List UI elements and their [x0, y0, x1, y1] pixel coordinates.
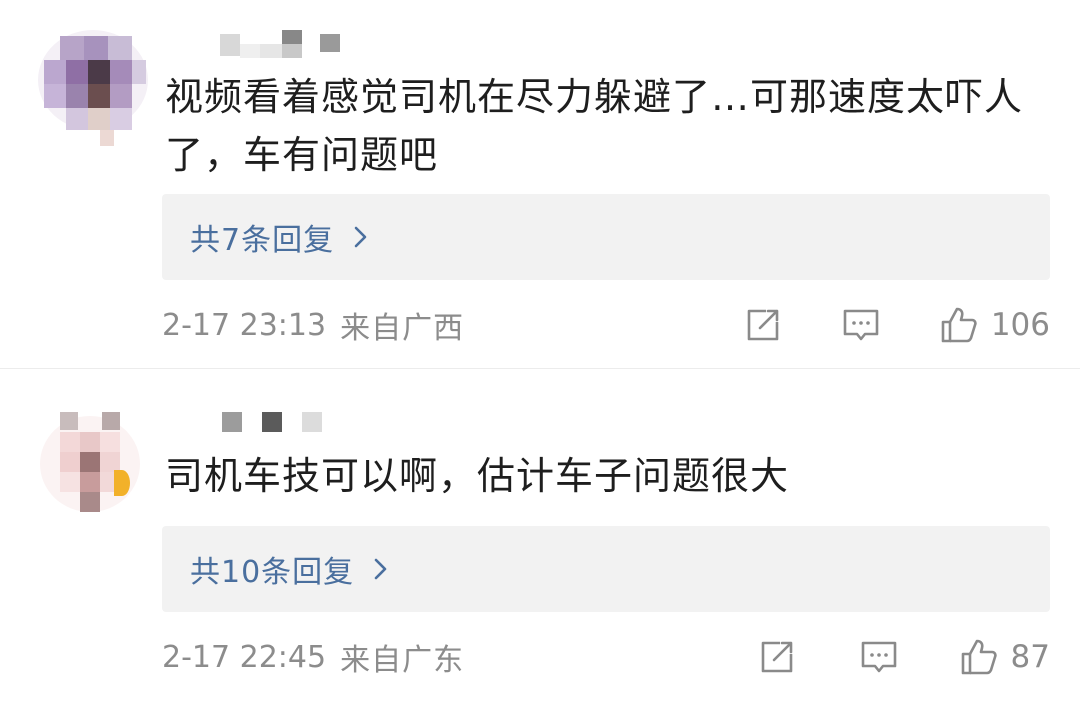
- comment-icon[interactable]: [841, 305, 881, 345]
- avatar[interactable]: [40, 410, 140, 514]
- view-replies-button[interactable]: 共7条回复: [162, 194, 1050, 280]
- chevron-right-icon: [372, 554, 398, 584]
- comment-item: 视频看着感觉司机在尽力躲避了…可那速度太吓人了，车有问题吧 共7条回复 2-17…: [0, 0, 1080, 368]
- like-count: 106: [990, 307, 1050, 343]
- location: 来自广西: [340, 311, 465, 346]
- replies-count-label: 共7条回复: [190, 223, 335, 258]
- like-count: 87: [1010, 639, 1050, 675]
- comment-meta: 2-17 22:45 来自广东 87: [162, 635, 1050, 679]
- replies-count-label: 共10条回复: [190, 555, 355, 590]
- like-button[interactable]: 87: [959, 637, 1050, 677]
- share-icon[interactable]: [757, 637, 797, 677]
- thumbs-up-icon: [939, 305, 979, 345]
- comment-meta: 2-17 23:13 来自广西 106: [162, 303, 1050, 347]
- username[interactable]: [222, 412, 326, 434]
- view-replies-button[interactable]: 共10条回复: [162, 526, 1050, 612]
- action-bar: 87: [757, 637, 1050, 677]
- avatar[interactable]: [38, 30, 148, 146]
- location: 来自广东: [340, 643, 465, 678]
- comment-text: 司机车技可以啊，估计车子问题很大: [165, 454, 790, 498]
- timestamp: 2-17 23:13: [162, 307, 327, 343]
- divider: [0, 368, 1080, 369]
- like-button[interactable]: 106: [939, 305, 1050, 345]
- timestamp: 2-17 22:45: [162, 639, 327, 675]
- chevron-right-icon: [352, 222, 378, 252]
- action-bar: 106: [743, 305, 1050, 345]
- thumbs-up-icon: [959, 637, 999, 677]
- comment-item: 司机车技可以啊，估计车子问题很大 共10条回复 2-17 22:45 来自广东 …: [0, 370, 1080, 707]
- share-icon[interactable]: [743, 305, 783, 345]
- username[interactable]: [220, 30, 350, 62]
- comment-text: 视频看着感觉司机在尽力躲避了…可那速度太吓人了，车有问题吧: [165, 75, 1024, 177]
- comment-icon[interactable]: [859, 637, 899, 677]
